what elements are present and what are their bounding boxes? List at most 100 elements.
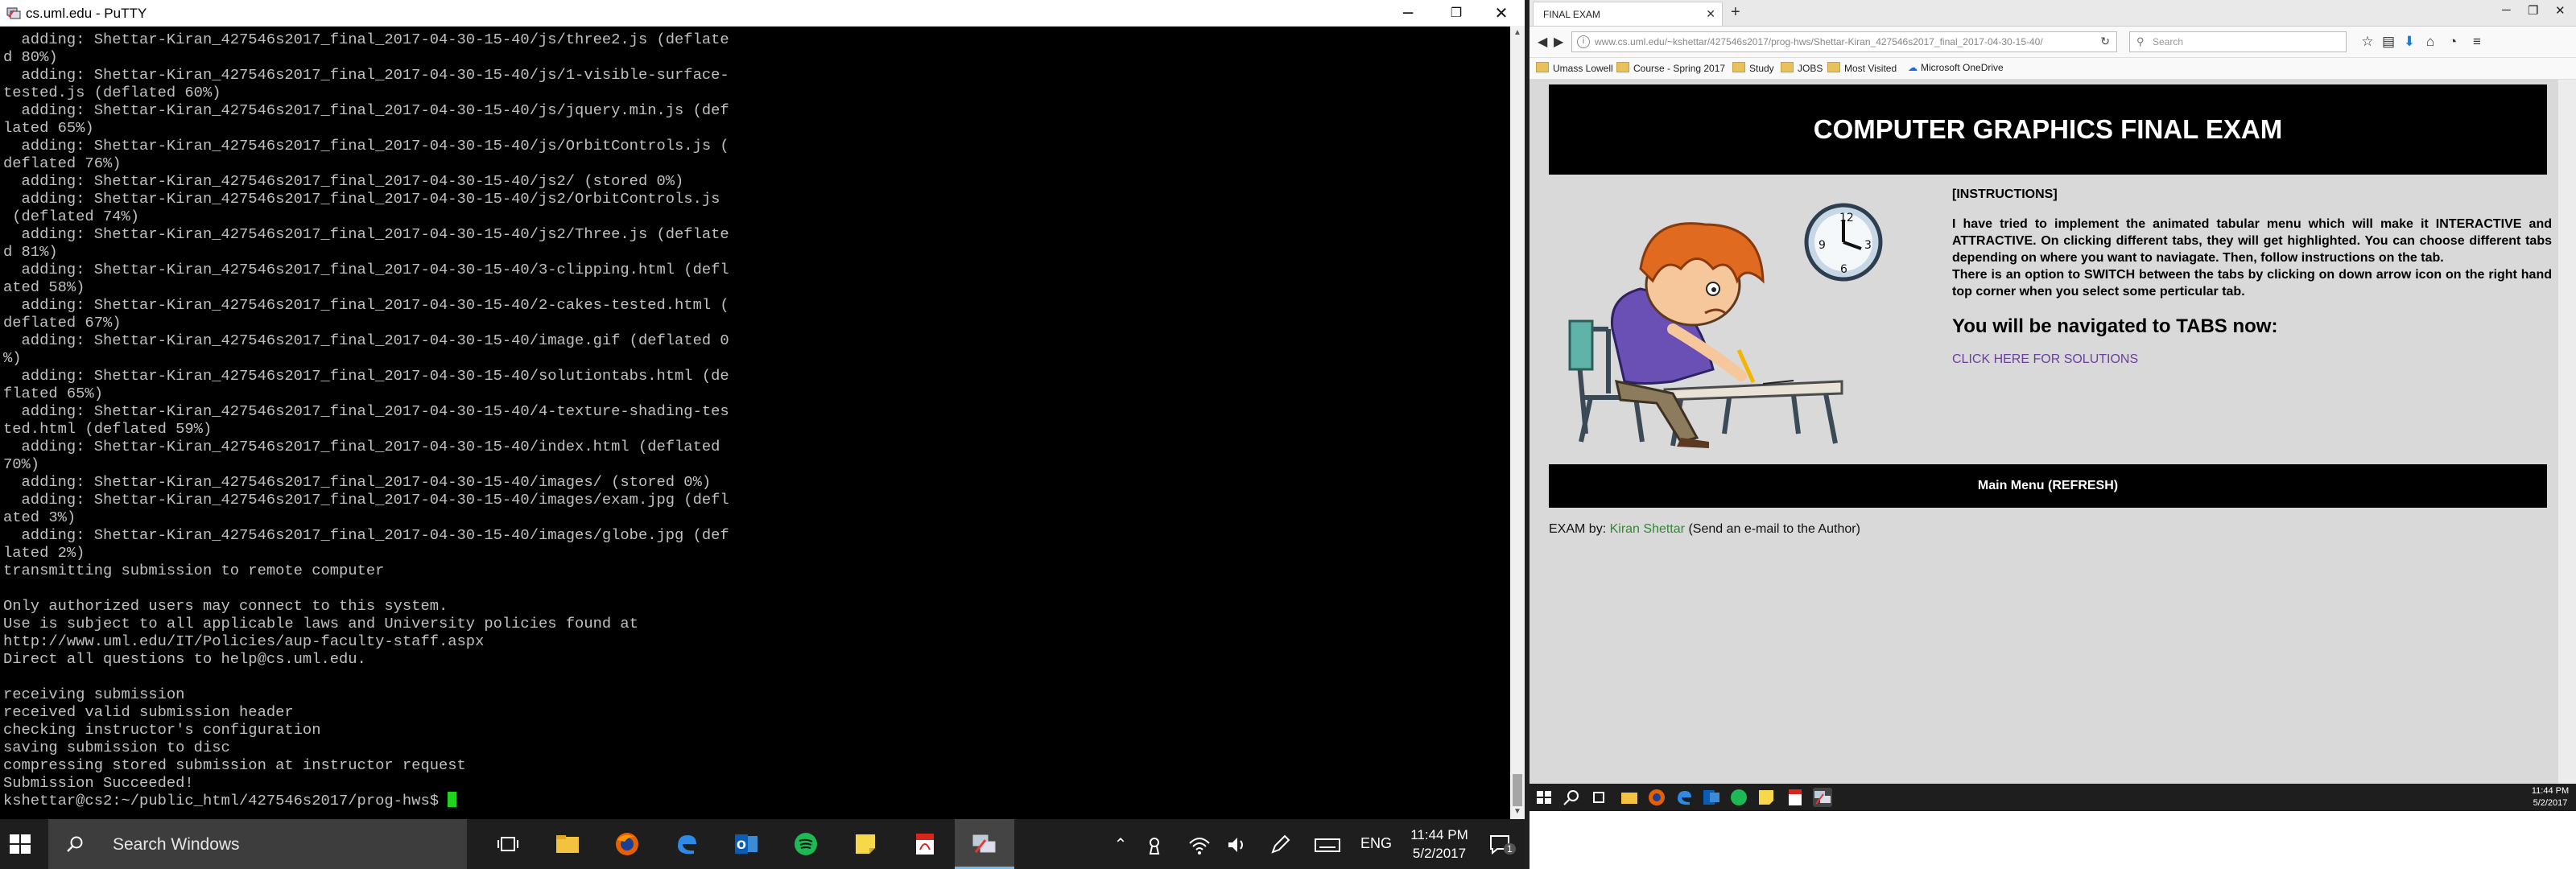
- page-title: COMPUTER GRAPHICS FINAL EXAM: [1549, 84, 2547, 175]
- terminal-line: receiving submission: [3, 686, 185, 703]
- terminal-line: adding: Shettar-Kiran_427546s2017_final_…: [3, 190, 720, 208]
- bookmark-umass-lowell[interactable]: Umass Lowell: [1536, 62, 1613, 74]
- bookmark-label: Microsoft OneDrive: [1921, 62, 2004, 73]
- terminal-line: ated 58%): [3, 278, 85, 296]
- reload-icon[interactable]: ↻: [2100, 35, 2110, 48]
- terminal-line: d 81%): [3, 243, 58, 261]
- terminal-line: adding: Shettar-Kiran_427546s2017_final_…: [3, 438, 720, 455]
- url-bar[interactable]: i www.cs.uml.edu/~kshettar/427546s2017/p…: [1571, 31, 2117, 52]
- terminal-line: adding: Shettar-Kiran_427546s2017_final_…: [3, 225, 729, 243]
- instructions-panel: [INSTRUCTIONS] I have tried to implement…: [1952, 186, 2552, 368]
- browser-tab[interactable]: FINAL EXAM ✕: [1533, 2, 1723, 26]
- sticky-notes-icon[interactable]: [1757, 788, 1776, 807]
- firefox-icon: [616, 833, 638, 855]
- file-explorer-icon[interactable]: [1620, 788, 1639, 807]
- taskbar-file-explorer[interactable]: [538, 819, 597, 869]
- wifi-icon[interactable]: [1188, 834, 1211, 856]
- forward-icon[interactable]: ▶: [1554, 34, 1563, 50]
- terminal-output[interactable]: adding: Shettar-Kiran_427546s2017_final_…: [3, 31, 1502, 816]
- bookmark-jobs[interactable]: JOBS: [1781, 62, 1823, 74]
- minimize-button[interactable]: ─: [1381, 0, 1435, 26]
- putty-icon[interactable]: [1813, 788, 1832, 807]
- clock-time: 11:44 PM: [2531, 786, 2570, 796]
- pocket-icon[interactable]: ◔: [2444, 33, 2462, 51]
- url-text: www.cs.uml.edu/~kshettar/427546s2017/pro…: [1595, 36, 2043, 47]
- back-icon[interactable]: ◀: [1538, 34, 1547, 50]
- taskbar-outlook[interactable]: O: [716, 819, 776, 869]
- terminal-line: Direct all questions to help@cs.uml.edu.: [3, 650, 366, 668]
- browser-restore-icon[interactable]: ❐: [2528, 3, 2538, 18]
- search-icon: ⚲: [2136, 35, 2145, 47]
- downloads-icon[interactable]: ⬇: [2401, 33, 2418, 51]
- hamburger-menu-icon[interactable]: ≡: [2468, 33, 2486, 51]
- site-info-icon[interactable]: i: [1577, 35, 1590, 48]
- volume-icon[interactable]: [1225, 834, 1248, 856]
- terminal-line: adding: Shettar-Kiran_427546s2017_final_…: [3, 296, 729, 314]
- taskbar-clock[interactable]: 11:44 PM 5/2/2017: [1407, 826, 1472, 863]
- author-link[interactable]: Kiran Shettar: [1610, 522, 1685, 536]
- secondary-clock[interactable]: 11:44 PM 5/2/2017: [2528, 785, 2573, 809]
- taskbar-search-box[interactable]: Search Windows: [48, 819, 467, 869]
- bookmarks-menu-icon[interactable]: ▤: [2380, 33, 2397, 51]
- pen-icon[interactable]: [1269, 834, 1291, 856]
- terminal-line: adding: Shettar-Kiran_427546s2017_final_…: [3, 491, 729, 509]
- new-tab-icon[interactable]: +: [1731, 3, 1740, 22]
- search-icon[interactable]: [1562, 788, 1581, 807]
- putty-title-bar[interactable]: cs.uml.edu - PuTTY ─ ❐ ✕: [0, 0, 1525, 27]
- bookmark-label: Umass Lowell: [1553, 63, 1613, 74]
- page-scrollbar[interactable]: [2558, 80, 2576, 784]
- taskbar-edge[interactable]: [657, 819, 716, 869]
- windows-start-icon[interactable]: [1534, 788, 1554, 807]
- task-view-button[interactable]: [478, 819, 538, 869]
- close-button[interactable]: ✕: [1475, 0, 1528, 26]
- firefox-icon[interactable]: [1647, 788, 1666, 807]
- pdf-reader-icon[interactable]: [1785, 788, 1805, 807]
- edge-icon[interactable]: [1674, 788, 1694, 807]
- onedrive-sync-icon[interactable]: [1146, 834, 1169, 856]
- home-icon[interactable]: ⌂: [2421, 33, 2439, 51]
- terminal-scrollbar[interactable]: ▲ ▼: [1510, 26, 1525, 819]
- svg-text:6: 6: [1840, 263, 1847, 276]
- clock-time: 11:44 PM: [1410, 827, 1468, 842]
- terminal-prompt-line[interactable]: kshettar@cs2:~/public_html/427546s2017/p…: [3, 792, 1502, 809]
- browser-close-icon[interactable]: ✕: [2555, 3, 2566, 18]
- browser-minimize-icon[interactable]: ─: [2502, 3, 2511, 17]
- terminal-line: deflated 67%): [3, 314, 122, 332]
- bookmark-course[interactable]: Course - Spring 2017: [1616, 62, 1725, 74]
- taskbar-acrobat[interactable]: [895, 819, 955, 869]
- browser-search-input[interactable]: ⚲ Search: [2129, 31, 2347, 52]
- show-hidden-icons-icon[interactable]: ⌃: [1109, 834, 1132, 856]
- taskbar-putty[interactable]: [955, 819, 1014, 869]
- terminal-line: adding: Shettar-Kiran_427546s2017_final_…: [3, 137, 729, 154]
- desktop-background: [1530, 811, 2576, 869]
- scroll-up-icon[interactable]: ▲: [1510, 26, 1525, 40]
- bookmark-star-icon[interactable]: ☆: [2359, 33, 2376, 51]
- task-view-icon[interactable]: [1589, 788, 1608, 807]
- terminal-line: adding: Shettar-Kiran_427546s2017_final_…: [3, 66, 729, 84]
- terminal-line: adding: Shettar-Kiran_427546s2017_final_…: [3, 332, 729, 349]
- scrollbar-thumb[interactable]: [1513, 774, 1522, 806]
- folder-icon: [1827, 62, 1840, 72]
- scroll-down-icon[interactable]: ▼: [1510, 805, 1525, 819]
- spotify-icon[interactable]: [1729, 788, 1748, 807]
- footer-email-note: (Send an e-mail to the Author): [1688, 522, 1860, 536]
- svg-text:9: 9: [1818, 239, 1826, 252]
- edge-icon: [678, 835, 696, 855]
- taskbar-spotify[interactable]: [776, 819, 836, 869]
- terminal-line: http://www.uml.edu/IT/Policies/aup-facul…: [3, 632, 485, 650]
- taskbar-firefox[interactable]: [597, 819, 657, 869]
- touch-keyboard-icon[interactable]: [1314, 834, 1341, 856]
- windows-start-icon[interactable]: [6, 830, 34, 858]
- tab-close-icon[interactable]: ✕: [1706, 7, 1715, 21]
- bookmark-study[interactable]: Study: [1732, 62, 1774, 74]
- bookmark-most-visited[interactable]: Most Visited: [1827, 62, 1897, 74]
- main-menu-refresh-button[interactable]: Main Menu (REFRESH): [1549, 464, 2547, 508]
- terminal-line: tested.js (deflated 60%): [3, 84, 221, 101]
- bookmark-onedrive[interactable]: ☁ Microsoft OneDrive: [1908, 62, 2004, 73]
- outlook-icon[interactable]: [1702, 788, 1721, 807]
- solutions-link[interactable]: CLICK HERE FOR SOLUTIONS: [1952, 351, 2552, 368]
- terminal-line: %): [3, 349, 22, 367]
- input-language[interactable]: ENG: [1360, 835, 1392, 852]
- taskbar-sticky-notes[interactable]: [836, 819, 895, 869]
